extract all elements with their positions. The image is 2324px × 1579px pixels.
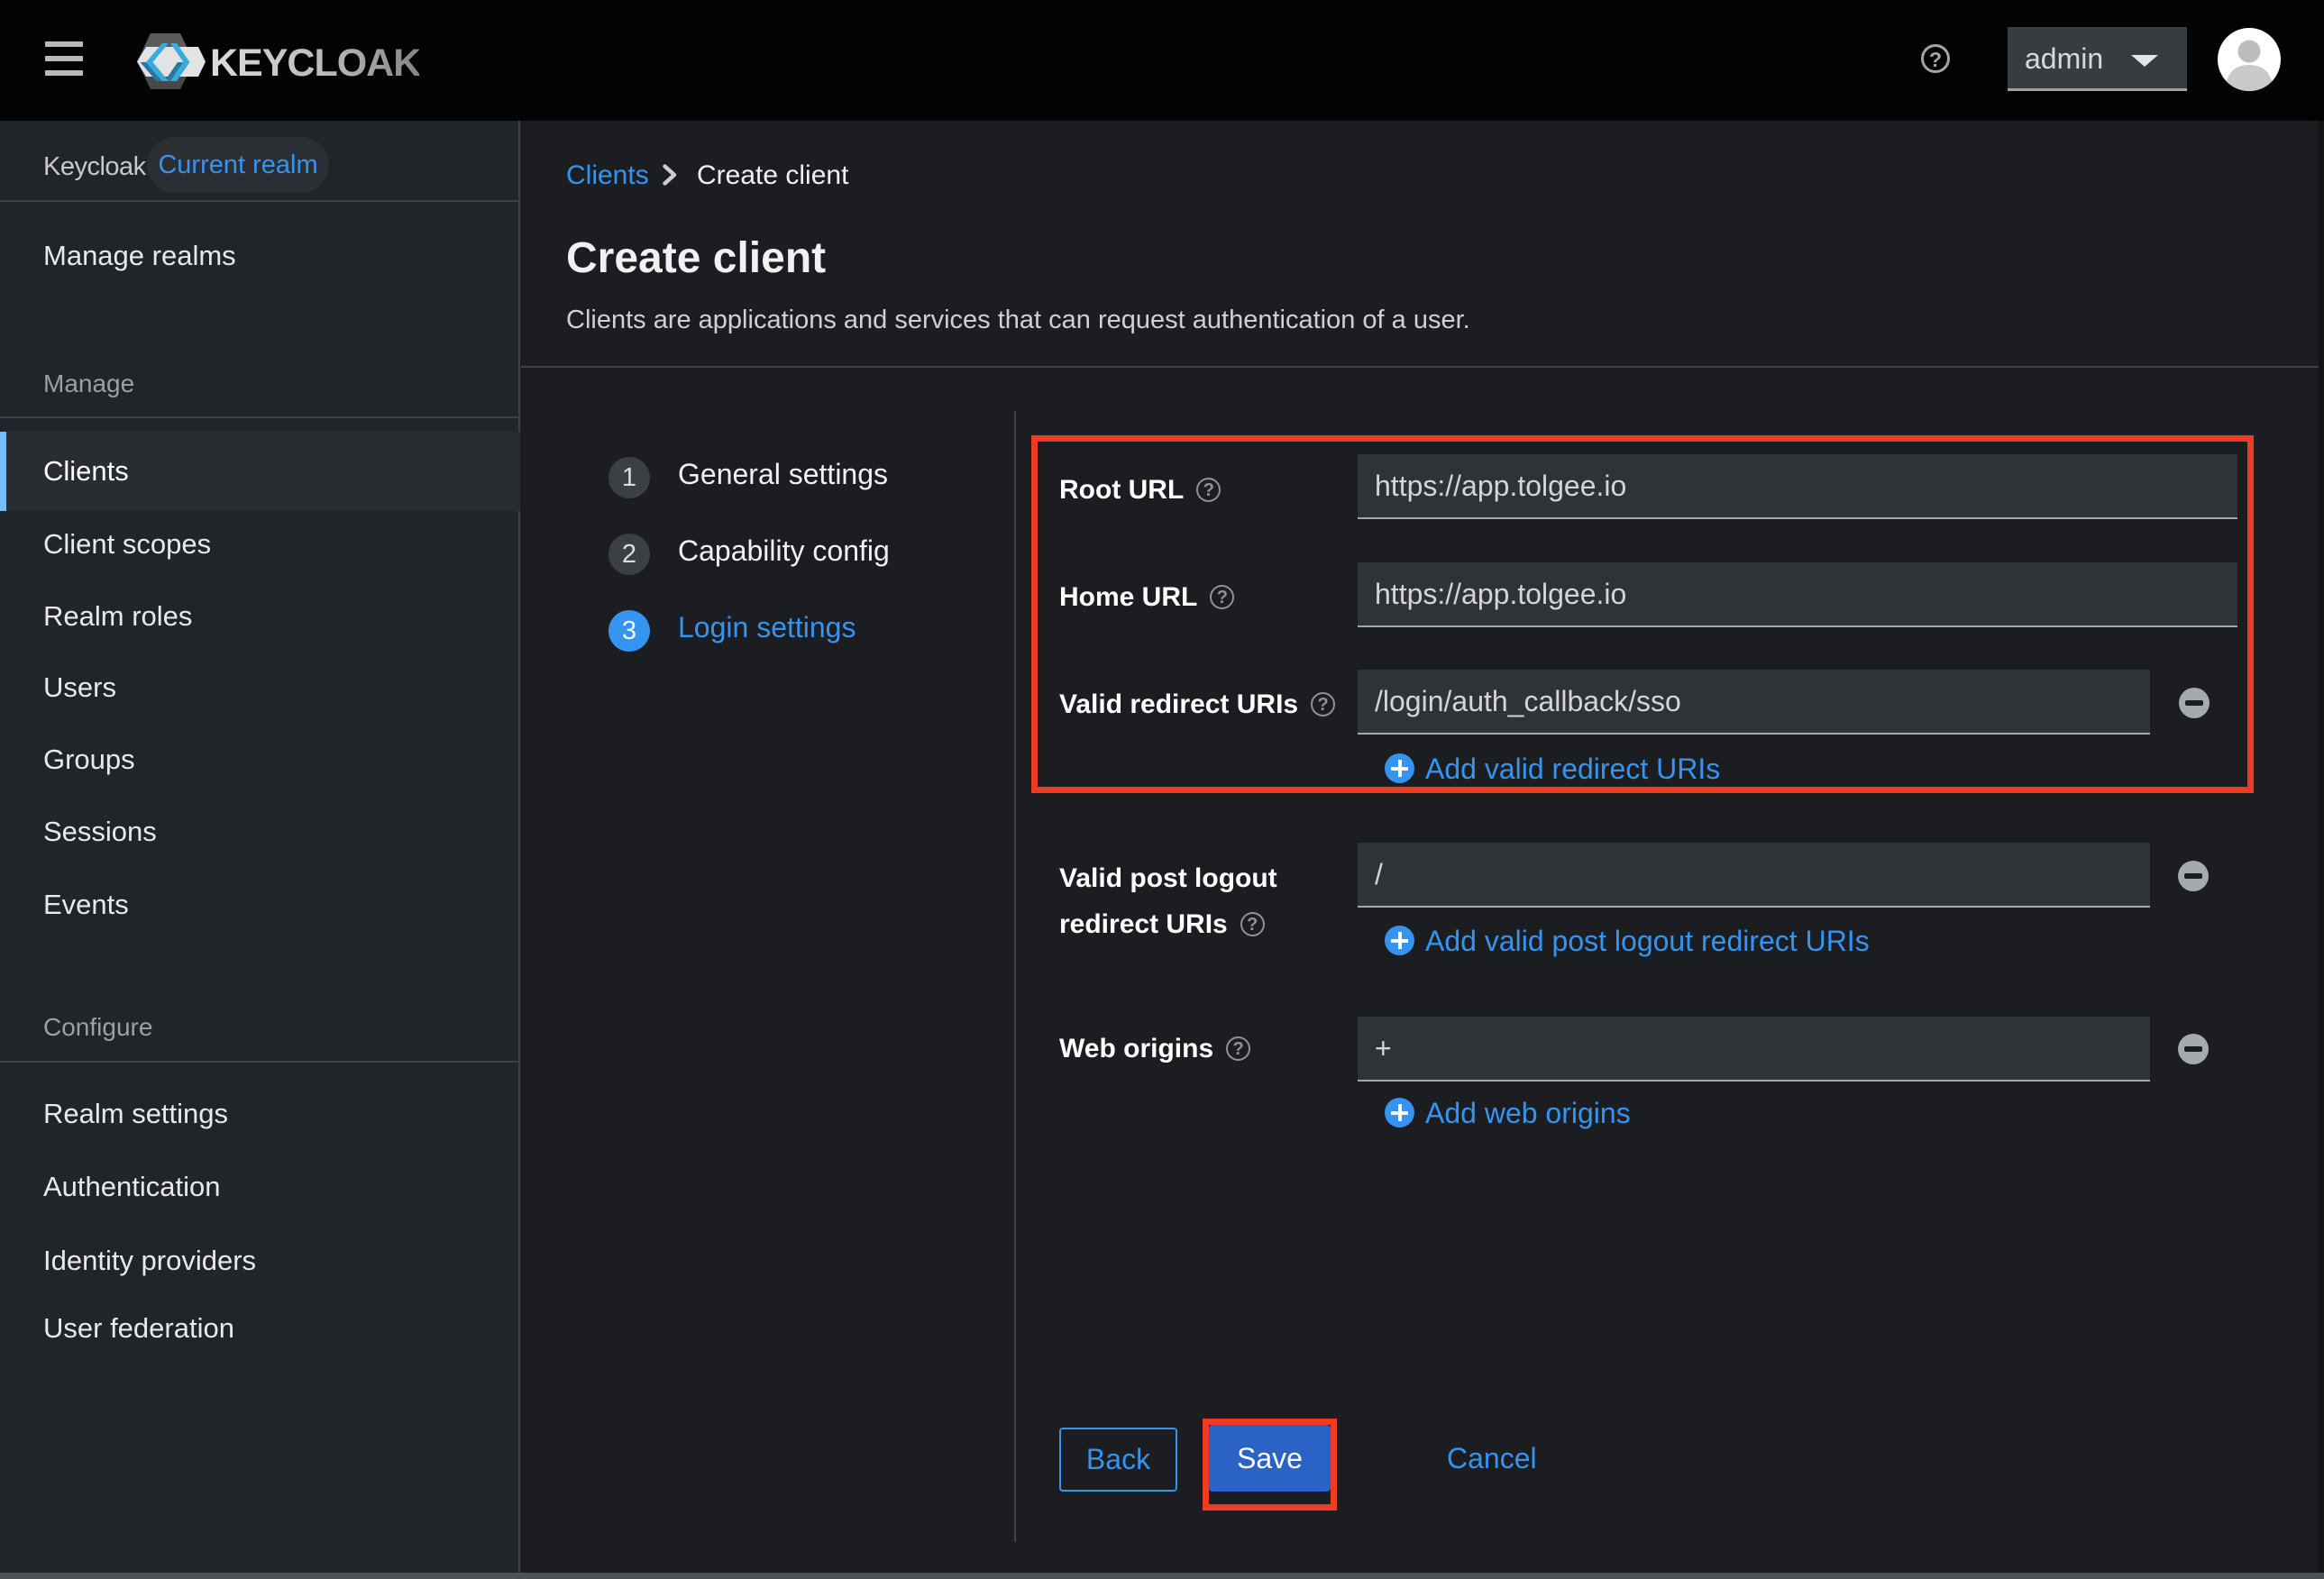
svg-text:KEYCLOAK: KEYCLOAK <box>210 41 419 85</box>
